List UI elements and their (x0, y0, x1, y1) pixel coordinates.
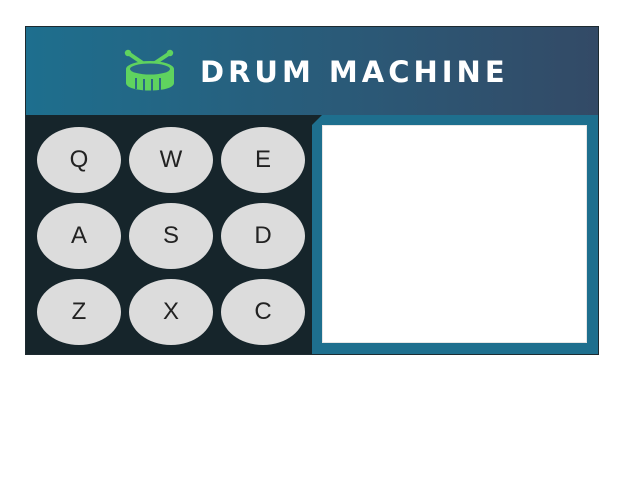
drum-pad-grid: QWE ASD ZXC (37, 127, 307, 351)
drum-pad-w[interactable]: W (129, 127, 213, 193)
display-frame-shade (312, 115, 322, 125)
drum-machine: DRUM MACHINE QWE ASD ZXC (25, 26, 599, 355)
header: DRUM MACHINE (26, 27, 598, 115)
drum-pad-e[interactable]: E (221, 127, 305, 193)
app-title: DRUM MACHINE (200, 55, 509, 89)
drum-pad-q[interactable]: Q (37, 127, 121, 193)
drum-pad-x[interactable]: X (129, 279, 213, 345)
drum-pad-a[interactable]: A (37, 203, 121, 269)
drum-pad-s[interactable]: S (129, 203, 213, 269)
drum-pad-d[interactable]: D (221, 203, 305, 269)
drum-pad-c[interactable]: C (221, 279, 305, 345)
sound-display (322, 125, 587, 343)
drum-pad-z[interactable]: Z (37, 279, 121, 345)
drum-icon (124, 49, 174, 91)
